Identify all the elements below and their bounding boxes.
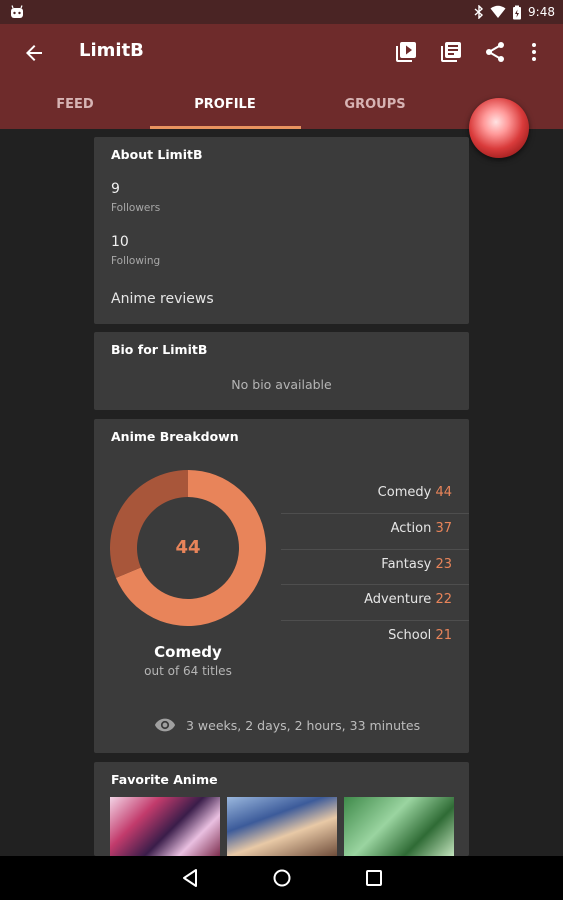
followers-count[interactable]: 9 [111,181,120,197]
nav-home-icon[interactable] [271,867,293,889]
out-of-titles: out of 64 titles [144,664,232,678]
genre-name: Comedy [377,485,432,500]
about-card: About LimitB 9 Followers 10 Following An… [94,137,469,324]
bio-text: No bio available [231,377,332,392]
favorites-title: Favorite Anime [111,772,218,787]
anime-reviews-link[interactable]: Anime reviews [111,291,214,307]
app-bar: LimitB [0,24,563,82]
donut-center-value: 44 [175,537,201,558]
battery-icon [513,5,522,19]
genre-name: School [388,628,432,643]
status-time: 9:48 [528,5,555,19]
genre-count: 23 [435,557,452,572]
share-icon[interactable] [483,40,507,64]
divider [281,513,469,514]
avatar[interactable] [469,98,529,158]
watch-time: 3 weeks, 2 days, 2 hours, 33 minutes [154,715,420,735]
genre-count: 21 [435,628,452,643]
bluetooth-icon [474,5,484,19]
following-count[interactable]: 10 [111,234,129,250]
tab-groups[interactable]: GROUPS [300,82,450,129]
favorite-anime-thumbnail[interactable] [344,797,454,856]
more-vert-icon[interactable] [522,40,546,64]
manga-library-icon[interactable] [439,40,463,64]
watch-time-text: 3 weeks, 2 days, 2 hours, 33 minutes [186,717,421,733]
genre-name: Adventure [364,592,432,607]
genre-row-school[interactable]: School 21 [281,628,469,664]
wifi-icon [490,5,506,18]
genre-row-action[interactable]: Action 37 [281,521,469,557]
breakdown-title: Anime Breakdown [111,429,239,444]
eye-icon [154,718,176,732]
genre-row-comedy[interactable]: Comedy 44 [281,485,469,521]
favorite-anime-thumbnail[interactable] [227,797,337,856]
nav-back-icon[interactable] [179,867,201,889]
about-title: About LimitB [111,147,203,162]
genre-count: 44 [435,485,452,500]
favorite-anime-card: Favorite Anime [94,762,469,856]
android-notification-icon [11,5,23,18]
donut-slice-other [110,470,188,578]
divider [281,549,469,550]
favorite-anime-thumbnail[interactable] [110,797,220,856]
page-title: LimitB [79,40,144,61]
nav-recents-icon[interactable] [363,867,385,889]
genre-name: Fantasy [381,557,432,572]
divider [281,584,469,585]
bio-card: Bio for LimitB No bio available [94,332,469,410]
anime-breakdown-card: Anime Breakdown 44 Comedy out of 64 titl… [94,419,469,753]
genre-row-fantasy[interactable]: Fantasy 23 [281,557,469,593]
divider [281,620,469,621]
tab-profile[interactable]: PROFILE [150,82,300,129]
top-genre-label: Comedy [154,643,222,661]
genre-count: 22 [435,592,452,607]
status-bar: 9:48 [0,0,563,24]
tab-feed[interactable]: FEED [0,82,150,129]
genre-row-adventure[interactable]: Adventure 22 [281,592,469,628]
genre-count: 37 [435,521,452,536]
following-label: Following [111,255,161,267]
system-nav-bar [0,856,563,900]
back-arrow-icon[interactable] [22,41,46,65]
followers-label: Followers [111,202,161,214]
bio-title: Bio for LimitB [111,342,208,357]
genre-name: Action [390,521,432,536]
anime-library-icon[interactable] [394,40,418,64]
tab-indicator [150,126,301,129]
